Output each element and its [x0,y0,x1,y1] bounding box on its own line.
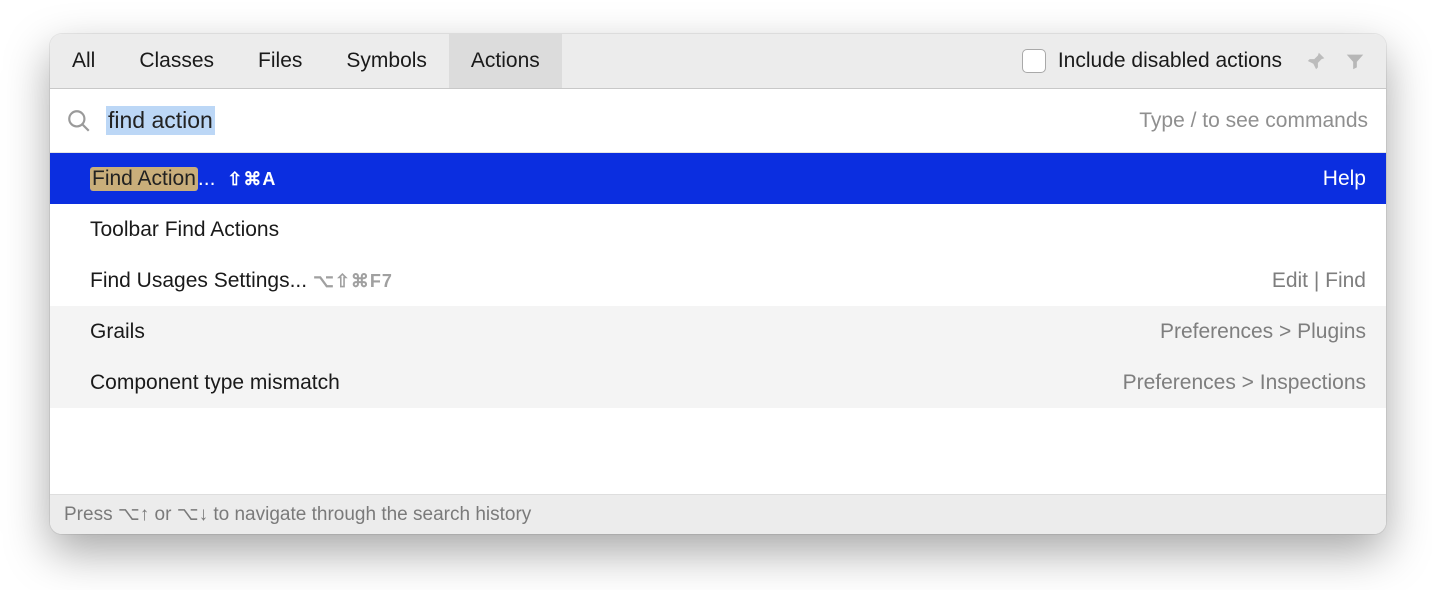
footer-hint: Press ⌥↑ or ⌥↓ to navigate through the s… [50,494,1386,534]
tab-files[interactable]: Files [236,34,324,88]
result-suffix: ... [198,167,221,191]
include-disabled-checkbox[interactable] [1022,49,1046,73]
include-disabled-label: Include disabled actions [1058,49,1282,73]
tab-symbols[interactable]: Symbols [324,34,449,88]
result-row[interactable]: Component type mismatch Preferences > In… [50,357,1386,408]
result-location: Preferences > Plugins [1160,320,1366,344]
tab-label: Classes [139,49,214,73]
result-left: Toolbar Find Actions [90,218,279,242]
result-left: Grails [90,320,145,344]
pin-icon[interactable] [1304,48,1330,74]
result-label: Toolbar Find Actions [90,218,279,242]
result-shortcut: ⇧⌘A [227,169,276,190]
result-shortcut: ⌥⇧⌘F7 [313,271,393,292]
result-left: Component type mismatch [90,371,340,395]
result-row[interactable]: Toolbar Find Actions [50,204,1386,255]
spacer [562,34,1022,88]
result-label: Grails [90,320,145,344]
result-label: Find Usages Settings... [90,269,307,293]
tab-label: Files [258,49,302,73]
result-row[interactable]: Grails Preferences > Plugins [50,306,1386,357]
results-list: Find Action... ⇧⌘A Help Toolbar Find Act… [50,153,1386,494]
tab-bar-right-controls: Include disabled actions [1022,34,1386,88]
tab-bar: All Classes Files Symbols Actions Includ… [50,34,1386,89]
result-highlight: Find Action [90,167,198,191]
search-row: find action Type / to see commands [50,89,1386,153]
filter-icon[interactable] [1342,48,1368,74]
search-input-value: find action [106,106,215,135]
tab-label: Symbols [346,49,427,73]
result-label: Component type mismatch [90,371,340,395]
footer-text: Press ⌥↑ or ⌥↓ to navigate through the s… [64,503,531,526]
result-location: Preferences > Inspections [1123,371,1366,395]
tab-classes[interactable]: Classes [117,34,236,88]
result-location: Help [1323,167,1366,191]
result-location: Edit | Find [1272,269,1366,293]
tab-all[interactable]: All [50,34,117,88]
result-row[interactable]: Find Usages Settings... ⌥⇧⌘F7 Edit | Fin… [50,255,1386,306]
result-left: Find Usages Settings... ⌥⇧⌘F7 [90,269,393,293]
search-icon [66,108,92,134]
result-left: Find Action... ⇧⌘A [90,167,276,191]
tab-label: All [72,49,95,73]
search-hint: Type / to see commands [1139,109,1368,133]
search-everywhere-popup: All Classes Files Symbols Actions Includ… [50,34,1386,534]
result-row[interactable]: Find Action... ⇧⌘A Help [50,153,1386,204]
search-input[interactable]: find action [106,106,1139,135]
tab-actions[interactable]: Actions [449,34,562,88]
tab-label: Actions [471,49,540,73]
